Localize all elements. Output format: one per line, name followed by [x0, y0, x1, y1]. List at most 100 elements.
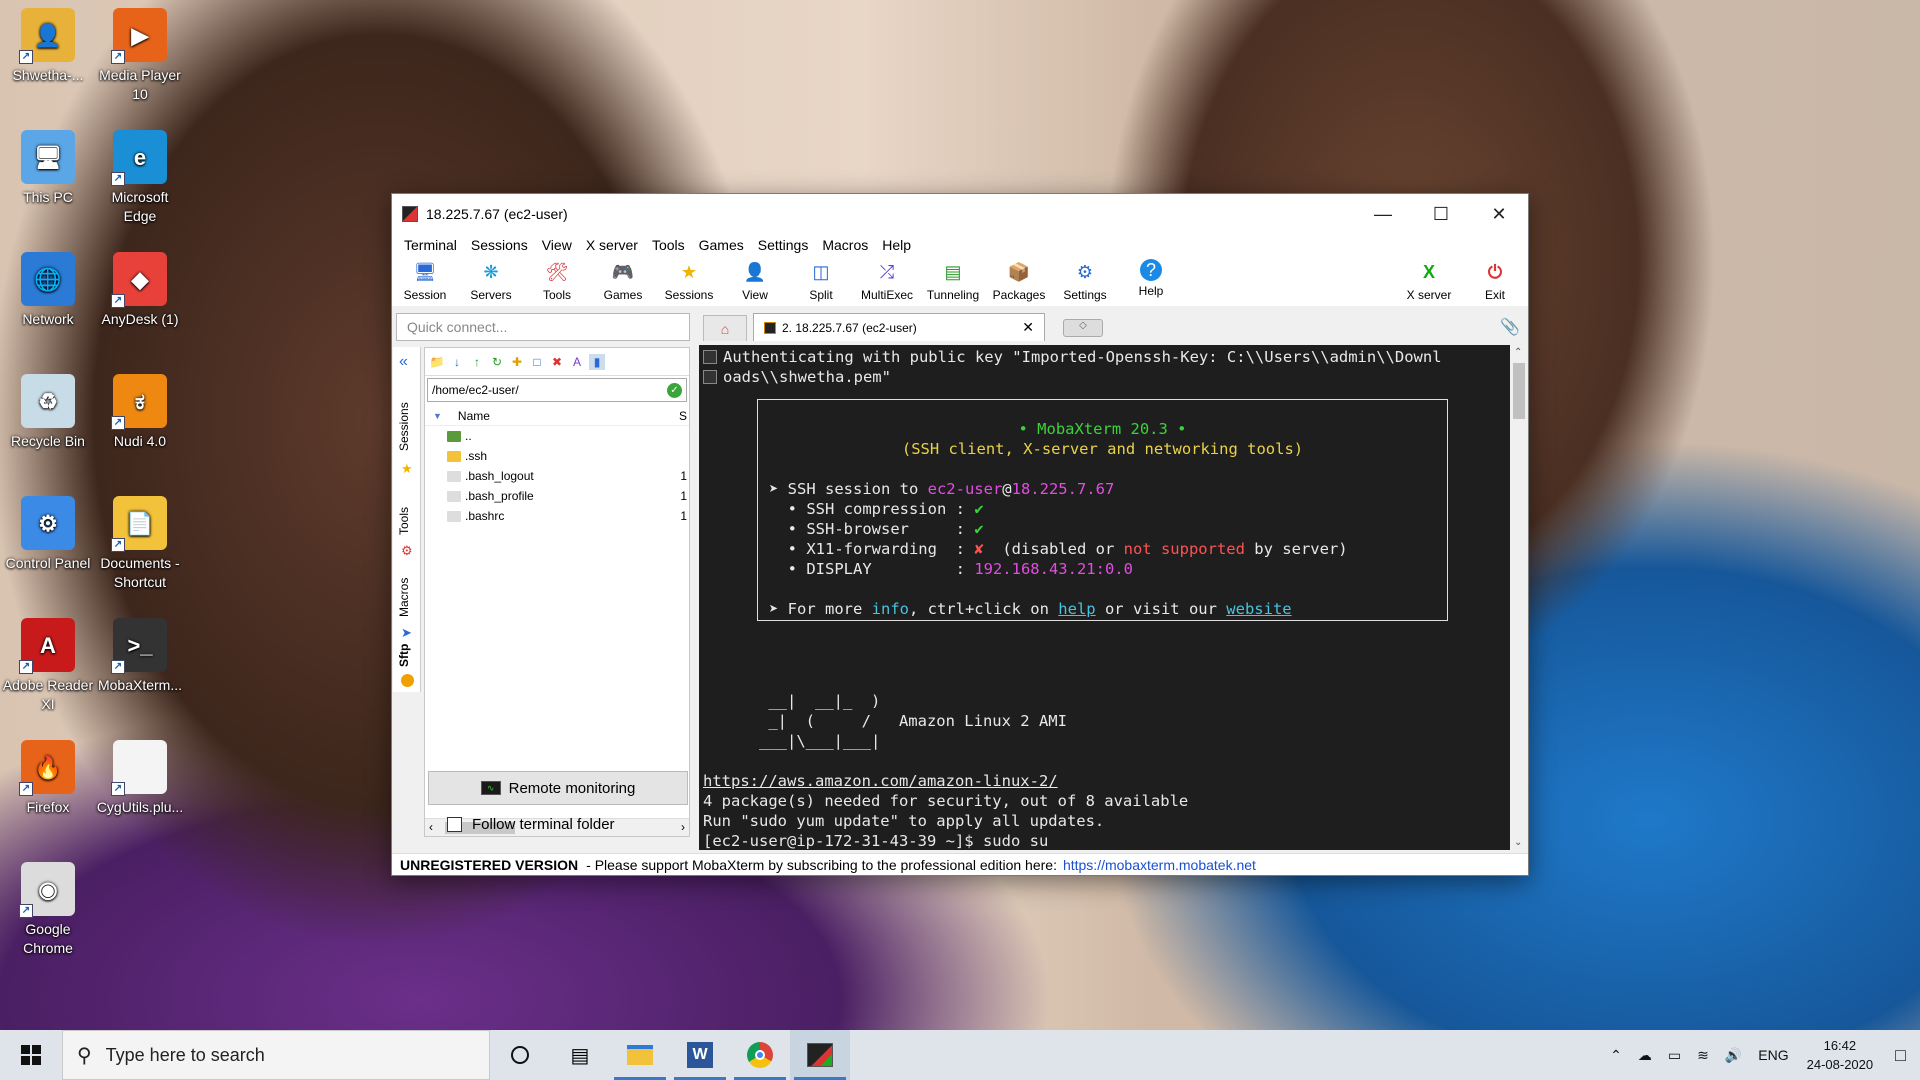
desktop-icon[interactable]: 🖥 This PC — [2, 130, 94, 207]
scroll-down-icon[interactable]: ⌄ — [1514, 837, 1522, 848]
terminal[interactable]: Authenticating with public key "Imported… — [699, 345, 1510, 850]
desktop-icon[interactable]: ಕ ↗ Nudi 4.0 — [94, 374, 186, 451]
upload-icon[interactable]: ↑ — [469, 354, 485, 370]
desktop-icon[interactable]: >_ ↗ MobaXterm... — [94, 618, 186, 695]
show-hidden-icons-icon[interactable]: ⌃ — [1610, 1047, 1622, 1064]
menu-help[interactable]: Help — [876, 237, 919, 253]
name-column-header[interactable]: Name — [458, 409, 490, 423]
file-row[interactable]: .bash_logout 1 — [425, 466, 689, 486]
side-tab-tools[interactable]: Tools — [397, 507, 411, 535]
taskbar-file-explorer[interactable] — [610, 1030, 670, 1080]
scroll-right-icon[interactable]: › — [681, 820, 685, 834]
rename-icon[interactable]: A — [569, 354, 585, 370]
amazon-linux-url[interactable]: https://aws.amazon.com/amazon-linux-2/ — [703, 772, 1058, 790]
wifi-icon[interactable]: ≋ — [1697, 1047, 1709, 1064]
file-row[interactable]: .bash_profile 1 — [425, 486, 689, 506]
toolbar-packages-button[interactable]: 📦 Packages — [986, 258, 1052, 303]
menu-view[interactable]: View — [536, 237, 580, 253]
follow-terminal-checkbox[interactable] — [447, 817, 462, 832]
file-row[interactable]: .ssh — [425, 446, 689, 466]
close-tab-icon[interactable]: ✕ — [1022, 319, 1034, 336]
side-tab-sessions[interactable]: Sessions — [397, 402, 411, 451]
cortana-button[interactable] — [490, 1030, 550, 1080]
desktop-icon[interactable]: 📄 ↗ Documents - Shortcut — [94, 496, 186, 592]
new-tab-button[interactable]: ◇ — [1063, 319, 1103, 337]
scroll-up-icon[interactable]: ⌃ — [1514, 347, 1522, 358]
onedrive-icon[interactable]: ☁ — [1638, 1047, 1652, 1064]
follow-terminal-folder[interactable]: Follow terminal folder — [447, 816, 615, 833]
toolbar-tools-button[interactable]: 🛠 Tools — [524, 258, 590, 303]
task-view-button[interactable]: ▤ — [550, 1030, 610, 1080]
file-row[interactable]: .bashrc 1 — [425, 506, 689, 526]
menu-macros[interactable]: Macros — [816, 237, 876, 253]
side-tab-macros[interactable]: Macros — [397, 578, 411, 617]
menu-settings[interactable]: Settings — [752, 237, 817, 253]
new-file-icon[interactable]: □ — [529, 354, 545, 370]
desktop-icon[interactable]: ↗ CygUtils.plu... — [94, 740, 186, 817]
taskbar-mobaxterm[interactable] — [790, 1030, 850, 1080]
mobatek-link[interactable]: https://mobaxterm.mobatek.net — [1063, 857, 1256, 873]
desktop-icon[interactable]: ◆ ↗ AnyDesk (1) — [94, 252, 186, 329]
taskbar-word[interactable]: W — [670, 1030, 730, 1080]
close-button[interactable]: ✕ — [1470, 194, 1528, 234]
download-icon[interactable]: ↓ — [449, 354, 465, 370]
toolbar-multiexec-button[interactable]: ⤮ MultiExec — [854, 258, 920, 303]
clock[interactable]: 16:42 24-08-2020 — [1807, 1036, 1874, 1074]
new-folder-icon[interactable]: ✚ — [509, 354, 525, 370]
desktop-icon[interactable]: ♻ Recycle Bin — [2, 374, 94, 451]
toolbar-exit-button[interactable]: ⏻ Exit — [1462, 258, 1528, 303]
menu-terminal[interactable]: Terminal — [398, 237, 465, 253]
start-button[interactable] — [0, 1030, 62, 1080]
menu-games[interactable]: Games — [693, 237, 752, 253]
desktop-icon[interactable]: A ↗ Adobe Reader XI — [2, 618, 94, 714]
taskbar-search[interactable]: ⚲ Type here to search — [62, 1030, 490, 1080]
sftp-path-input[interactable]: /home/ec2-user/ ✓ — [427, 378, 687, 402]
desktop-icon[interactable]: ▶ ↗ Media Player 10 — [94, 8, 186, 104]
scroll-left-icon[interactable]: ‹ — [429, 820, 433, 834]
volume-icon[interactable]: 🔊 — [1725, 1047, 1742, 1064]
home-tab[interactable]: ⌂ — [703, 315, 747, 341]
battery-icon[interactable]: ▭ — [1668, 1047, 1681, 1064]
info-link[interactable]: info — [872, 600, 909, 618]
menu-sessions[interactable]: Sessions — [465, 237, 536, 253]
menu-x-server[interactable]: X server — [580, 237, 646, 253]
taskbar-chrome[interactable] — [730, 1030, 790, 1080]
desktop-icon[interactable]: ◉ ↗ Google Chrome — [2, 862, 94, 958]
toolbar-xserver-button[interactable]: X X server — [1396, 258, 1462, 303]
toolbar-sessions-button[interactable]: ★ Sessions — [656, 258, 722, 303]
quick-connect-input[interactable]: Quick connect... — [396, 313, 690, 341]
folder-up-icon[interactable]: 📁 — [429, 354, 445, 370]
delete-icon[interactable]: ✖ — [549, 354, 565, 370]
terminal-scroll-thumb[interactable] — [1513, 363, 1525, 419]
toolbar-session-button[interactable]: 🖥 Session — [392, 258, 458, 303]
toolbar-help-button[interactable]: ? Help — [1118, 258, 1184, 298]
menu-tools[interactable]: Tools — [646, 237, 693, 253]
properties-icon[interactable]: ▮ — [589, 353, 605, 370]
file-row[interactable]: .. — [425, 426, 689, 446]
toolbar-settings-button[interactable]: ⚙ Settings — [1052, 258, 1118, 303]
size-column-header[interactable]: S — [679, 409, 687, 423]
desktop-icon[interactable]: 🔥 ↗ Firefox — [2, 740, 94, 817]
toolbar-view-button[interactable]: 👤 View — [722, 258, 788, 303]
terminal-scrollbar[interactable]: ⌃ ⌄ — [1510, 345, 1528, 850]
collapse-sidebar-icon[interactable]: « — [399, 353, 408, 371]
website-link[interactable]: website — [1226, 600, 1291, 618]
refresh-icon[interactable]: ↻ — [489, 354, 505, 370]
toolbar-servers-button[interactable]: ❋ Servers — [458, 258, 524, 303]
toolbar-split-button[interactable]: ◫ Split — [788, 258, 854, 303]
desktop-icon[interactable]: 🌐 Network — [2, 252, 94, 329]
help-link[interactable]: help — [1058, 600, 1095, 618]
side-tab-sftp[interactable]: Sftp — [397, 644, 411, 667]
language-indicator[interactable]: ENG — [1758, 1047, 1788, 1063]
desktop-icon[interactable]: 👤 ↗ Shwetha-... — [2, 8, 94, 85]
notifications-icon[interactable]: □ — [1895, 1045, 1906, 1066]
minimize-button[interactable]: — — [1354, 194, 1412, 234]
paperclip-icon[interactable]: 📎 — [1500, 317, 1520, 337]
desktop-icon[interactable]: e ↗ Microsoft Edge — [94, 130, 186, 226]
maximize-button[interactable]: ☐ — [1412, 194, 1470, 234]
title-bar[interactable]: 18.225.7.67 (ec2-user) — ☐ ✕ — [392, 194, 1528, 234]
toolbar-tunneling-button[interactable]: ▤ Tunneling — [920, 258, 986, 303]
desktop-icon[interactable]: ⚙ Control Panel — [2, 496, 94, 573]
check-icon[interactable]: ✓ — [667, 383, 682, 398]
tab-session-2[interactable]: 2. 18.225.7.67 (ec2-user) ✕ — [753, 313, 1045, 341]
